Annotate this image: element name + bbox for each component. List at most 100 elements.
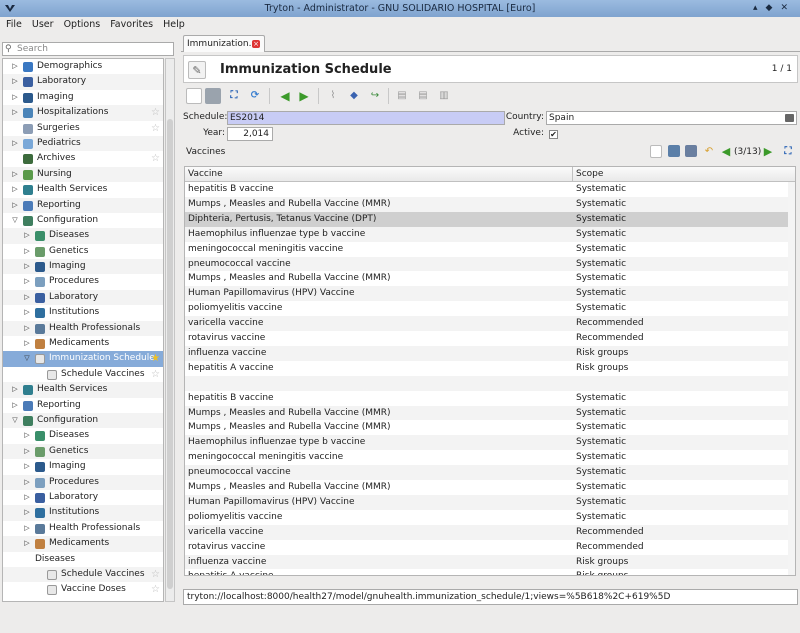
- expander-right-icon[interactable]: ▷: [23, 490, 31, 505]
- open-folder-icon[interactable]: [668, 145, 680, 157]
- table-row[interactable]: hepatitis A vaccine Risk groups: [185, 569, 795, 575]
- table-row[interactable]: Human Papillomavirus (HPV) Vaccine System…: [185, 494, 795, 510]
- table-row[interactable]: poliomyelitis vaccine Systematic: [185, 301, 795, 316]
- expander-right-icon[interactable]: ▷: [11, 59, 19, 74]
- expander-right-icon[interactable]: ▷: [11, 105, 19, 120]
- sidebar-item-imaging[interactable]: ▷ Imaging: [3, 90, 163, 105]
- sidebar-item-health-professionals[interactable]: ▷ Health Professionals: [3, 521, 163, 536]
- email-icon[interactable]: ▤: [415, 88, 431, 104]
- sidebar-item-diseases[interactable]: Diseases: [3, 552, 163, 567]
- menu-help[interactable]: Help: [159, 17, 189, 33]
- table-row[interactable]: [185, 375, 795, 391]
- relate-icon[interactable]: ↪: [367, 88, 383, 104]
- expander-right-icon[interactable]: ▷: [11, 167, 19, 182]
- expander-right-icon[interactable]: ▷: [23, 459, 31, 474]
- expander-right-icon[interactable]: ▷: [23, 536, 31, 551]
- save-icon[interactable]: [205, 88, 221, 104]
- undo-icon[interactable]: ↶: [701, 144, 717, 160]
- table-row[interactable]: rotavirus vaccine Recommended: [185, 331, 795, 346]
- table-row[interactable]: hepatitis B vaccine Systematic: [185, 182, 795, 197]
- expander-right-icon[interactable]: ▷: [23, 321, 31, 336]
- table-row[interactable]: poliomyelitis vaccine Systematic: [185, 510, 795, 525]
- reload-icon[interactable]: ⟳: [247, 88, 263, 104]
- sidebar-item-nursing[interactable]: ▷ Nursing: [3, 166, 163, 183]
- sidebar-item-schedule-vaccines[interactable]: Schedule Vaccines ☆: [3, 367, 163, 382]
- expander-right-icon[interactable]: ▷: [23, 336, 31, 351]
- next-arrow-icon[interactable]: ▶: [296, 88, 312, 104]
- window-controls[interactable]: ▴◆✕: [753, 0, 796, 17]
- expander-right-icon[interactable]: ▷: [23, 244, 31, 259]
- switch-view-icon[interactable]: ⛶: [226, 88, 242, 104]
- favorite-star-icon[interactable]: ☆: [151, 151, 160, 166]
- table-row[interactable]: Mumps , Measles and Rubella Vaccine (MMR…: [185, 405, 795, 421]
- expander-right-icon[interactable]: ▷: [23, 274, 31, 289]
- expander-right-icon[interactable]: ▷: [23, 475, 31, 490]
- expander-right-icon[interactable]: ▷: [11, 182, 19, 197]
- table-row[interactable]: Mumps , Measles and Rubella Vaccine (MMR…: [185, 271, 795, 286]
- folder-icon[interactable]: [785, 114, 794, 122]
- table-row[interactable]: rotavirus vaccine Recommended: [185, 540, 795, 555]
- sidebar-item-diseases[interactable]: ▷ Diseases: [3, 228, 163, 244]
- expander-right-icon[interactable]: ▷: [23, 305, 31, 320]
- expander-right-icon[interactable]: ▷: [11, 198, 19, 213]
- sidebar-item-genetics[interactable]: ▷ Genetics: [3, 244, 163, 259]
- column-divider[interactable]: [572, 167, 573, 182]
- action-icon[interactable]: ◆: [346, 88, 362, 104]
- new-line-icon[interactable]: [650, 145, 662, 158]
- expander-down-icon[interactable]: ▽: [11, 413, 19, 428]
- edit-line-icon[interactable]: [685, 145, 697, 157]
- sidebar-item-laboratory[interactable]: ▷ Laboratory: [3, 289, 163, 306]
- table-row[interactable]: influenza vaccine Risk groups: [185, 554, 795, 570]
- expander-right-icon[interactable]: ▷: [23, 521, 31, 536]
- sidebar-item-reporting[interactable]: ▷ Reporting: [3, 398, 163, 413]
- expander-right-icon[interactable]: ▷: [11, 398, 19, 413]
- sidebar-item-health-services[interactable]: ▷ Health Services: [3, 382, 163, 398]
- sidebar-item-institutions[interactable]: ▷ Institutions: [3, 305, 163, 320]
- expander-right-icon[interactable]: ▷: [23, 428, 31, 443]
- sidebar-item-medicaments[interactable]: ▷ Medicaments: [3, 536, 163, 552]
- expander-right-icon[interactable]: ▷: [23, 290, 31, 305]
- table-row[interactable]: hepatitis A vaccine Risk groups: [185, 361, 795, 376]
- active-checkbox[interactable]: ✔: [549, 130, 558, 139]
- sidebar-item-configuration[interactable]: ▽ Configuration: [3, 412, 163, 429]
- sidebar-item-archives[interactable]: Archives ☆: [3, 151, 163, 166]
- favorite-star-icon[interactable]: ★: [151, 351, 160, 366]
- favorite-star-icon[interactable]: ☆: [151, 121, 160, 136]
- sidebar-item-hospitalizations[interactable]: ▷ Hospitalizations ☆: [3, 105, 163, 121]
- new-record-icon[interactable]: [186, 88, 202, 104]
- menu-favorites[interactable]: Favorites: [106, 17, 157, 33]
- report-icon[interactable]: ▤: [394, 88, 410, 104]
- sidebar-item-vaccine-doses[interactable]: Vaccine Doses ☆: [3, 582, 163, 597]
- attachment-icon[interactable]: ⌇: [325, 88, 341, 104]
- year-field[interactable]: 2,014: [227, 127, 273, 141]
- table-row[interactable]: influenza vaccine Risk groups: [185, 345, 795, 361]
- sidebar-item-laboratory[interactable]: ▷ Laboratory: [3, 490, 163, 505]
- sidebar-item-genetics[interactable]: ▷ Genetics: [3, 443, 163, 460]
- table-row[interactable]: pneumococcal vaccine Systematic: [185, 256, 795, 272]
- sidebar-item-diseases[interactable]: ▷ Diseases: [3, 428, 163, 443]
- table-row[interactable]: meningococcal meningitis vaccine Systemat…: [185, 242, 795, 257]
- menu-user[interactable]: User: [28, 17, 58, 33]
- sidebar-item-health-professionals[interactable]: ▷ Health Professionals: [3, 320, 163, 337]
- sidebar-item-imaging[interactable]: ▷ Imaging: [3, 459, 163, 474]
- expander-right-icon[interactable]: ▷: [11, 90, 19, 105]
- table-row[interactable]: Haemophilus influenzae type b vaccine Sys…: [185, 226, 795, 242]
- sidebar-scrollbar-thumb[interactable]: [167, 119, 173, 589]
- expander-down-icon[interactable]: ▽: [11, 213, 19, 228]
- expander-right-icon[interactable]: ▷: [23, 228, 31, 243]
- previous-arrow-icon[interactable]: ◀: [277, 88, 293, 104]
- table-row[interactable]: Haemophilus influenzae type b vaccine Sys…: [185, 435, 795, 451]
- print-icon[interactable]: ▥: [436, 88, 452, 104]
- table-row[interactable]: varicella vaccine Recommended: [185, 524, 795, 540]
- column-header-scope[interactable]: Scope: [576, 167, 603, 182]
- column-header-vaccine[interactable]: Vaccine: [188, 167, 223, 182]
- table-row[interactable]: Mumps , Measles and Rubella Vaccine (MMR…: [185, 196, 795, 212]
- sidebar-item-laboratory[interactable]: ▷ Laboratory: [3, 74, 163, 90]
- sidebar-item-demographics[interactable]: ▷ Demographics: [3, 59, 163, 74]
- sidebar-item-procedures[interactable]: ▷ Procedures: [3, 474, 163, 490]
- sidebar-item-medicaments[interactable]: ▷ Medicaments: [3, 336, 163, 351]
- table-row[interactable]: meningococcal meningitis vaccine Systemat…: [185, 450, 795, 465]
- next-line-icon[interactable]: ▶: [760, 144, 776, 160]
- sidebar-item-configuration[interactable]: ▽ Configuration: [3, 213, 163, 228]
- favorite-star-icon[interactable]: ☆: [151, 582, 160, 597]
